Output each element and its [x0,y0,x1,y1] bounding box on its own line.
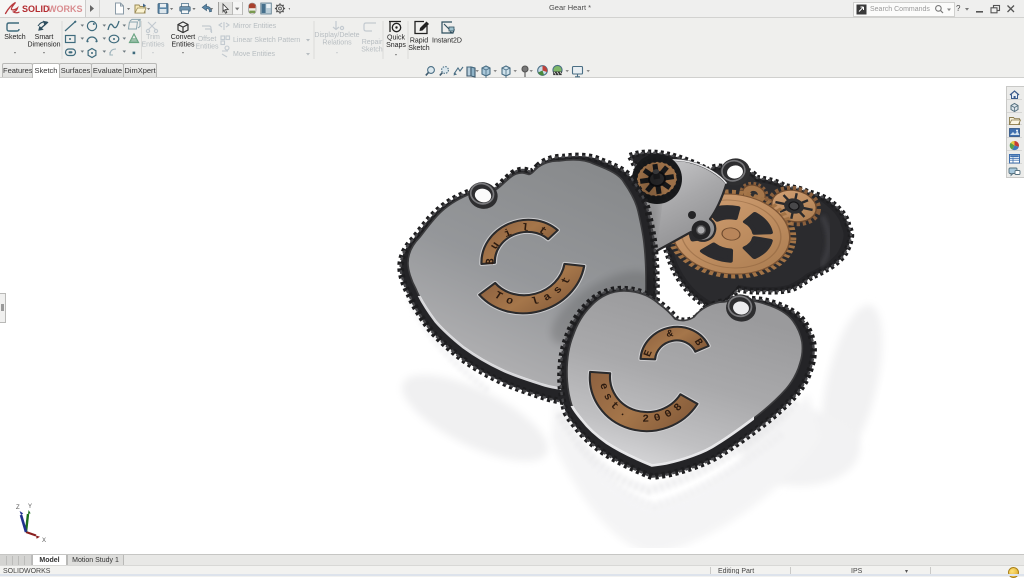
svg-text:Y: Y [28,504,32,510]
svg-text:Mirror Entities: Mirror Entities [233,23,277,30]
svg-text:Trim: Trim [146,34,160,41]
svg-text:Smart: Smart [35,34,54,41]
svg-text:Sketch: Sketch [4,34,26,41]
svg-text:Relations: Relations [322,40,352,47]
svg-text:Move Entities: Move Entities [233,51,276,58]
svg-text:X: X [42,538,46,542]
svg-text:Convert: Convert [171,34,196,41]
svg-text:Snaps: Snaps [386,42,406,49]
svg-text:-: - [43,48,46,57]
svg-text:-: - [395,50,398,59]
svg-text:Z: Z [16,505,20,511]
svg-text:-: - [152,48,155,57]
svg-text:Entities: Entities [196,44,219,51]
svg-text:Offset: Offset [198,36,217,43]
svg-text:-: - [336,48,339,57]
svg-text:Display/Delete: Display/Delete [314,32,359,39]
svg-text:Linear Sketch Pattern: Linear Sketch Pattern [233,37,300,44]
svg-text:-: - [14,48,17,57]
svg-text:-: - [182,48,185,57]
svg-text:Instant2D: Instant2D [432,38,462,45]
svg-text:Sketch: Sketch [408,45,430,52]
svg-text:WORKS: WORKS [48,4,83,14]
svg-text:Quick: Quick [387,35,405,42]
svg-text:SOLID: SOLID [22,4,50,14]
svg-text:Rapid: Rapid [410,38,428,45]
svg-text:Repair: Repair [362,39,383,46]
svg-text:Sketch: Sketch [361,47,383,54]
